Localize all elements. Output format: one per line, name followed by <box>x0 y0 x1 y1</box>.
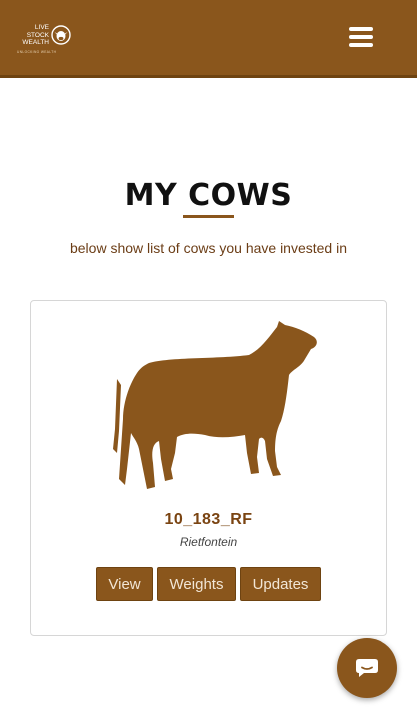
chat-bubble-icon <box>356 659 378 677</box>
page-title: MY COWS <box>124 178 293 214</box>
logo-tagline: UNLOCKING WEALTH <box>17 50 57 54</box>
updates-button[interactable]: Updates <box>240 567 321 601</box>
cow-id: 10_183_RF <box>164 511 253 528</box>
livestock-wealth-logo[interactable]: LIVE STOCK WEALTH UNLOCKING WEALTH <box>15 24 77 56</box>
hamburger-menu-icon[interactable] <box>349 27 373 47</box>
chat-launcher-button[interactable] <box>337 638 397 698</box>
cow-head-logo-icon <box>51 25 71 45</box>
weights-button[interactable]: Weights <box>157 567 236 601</box>
view-button[interactable]: View <box>96 567 153 601</box>
top-header: LIVE STOCK WEALTH UNLOCKING WEALTH <box>0 0 417 78</box>
title-divider <box>183 215 234 218</box>
cow-card: 10_183_RF Rietfontein View Weights Updat… <box>30 300 387 636</box>
cow-farm-name: Rietfontein <box>179 535 238 549</box>
logo-wordmark: LIVE STOCK WEALTH <box>22 24 49 46</box>
page-subtitle: below show list of cows you have investe… <box>69 240 348 256</box>
cow-silhouette-image <box>113 321 317 489</box>
page: LIVE STOCK WEALTH UNLOCKING WEALTH MY CO… <box>0 0 417 720</box>
cow-actions: View Weights Updates <box>31 567 386 601</box>
